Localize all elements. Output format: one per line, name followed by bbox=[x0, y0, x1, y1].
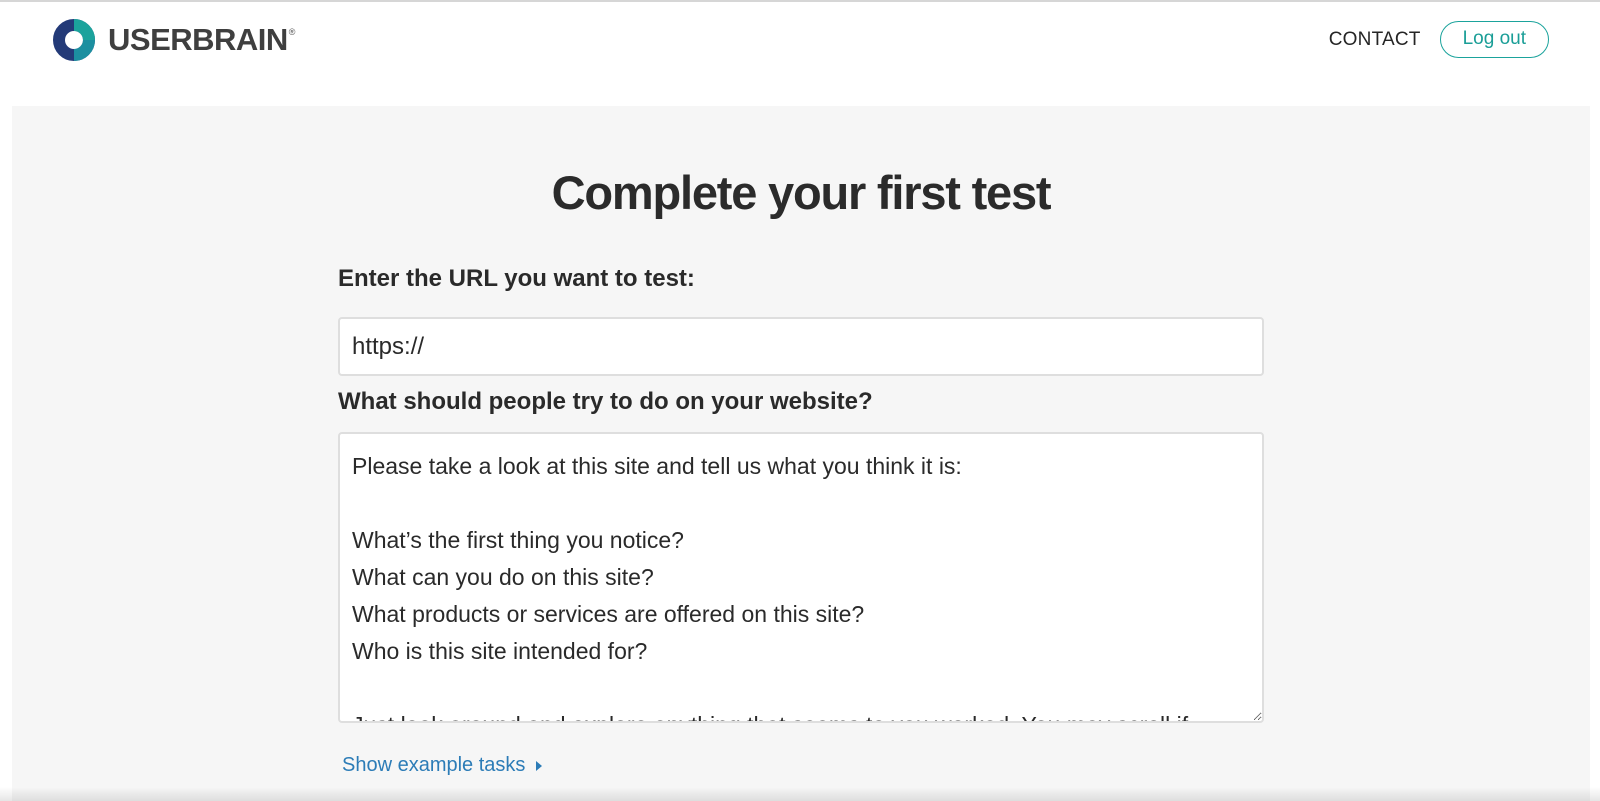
main-content: Complete your first test Enter the URL y… bbox=[12, 106, 1590, 801]
show-example-tasks-label: Show example tasks bbox=[342, 754, 526, 776]
userbrain-logo[interactable]: USERBRAIN® bbox=[52, 18, 295, 62]
page-title: Complete your first test bbox=[551, 166, 1052, 219]
first-test-form: Enter the URL you want to test: What sho… bbox=[338, 264, 1264, 777]
url-input[interactable] bbox=[338, 317, 1264, 376]
page: USERBRAIN® CONTACT Log out Complete your… bbox=[0, 0, 1600, 801]
logo-wordmark: USERBRAIN® bbox=[108, 22, 296, 57]
task-textarea[interactable]: Please take a look at this site and tell… bbox=[338, 432, 1264, 723]
url-label: Enter the URL you want to test: bbox=[338, 265, 695, 292]
site-header: USERBRAIN® CONTACT Log out bbox=[0, 2, 1600, 106]
show-example-tasks-link[interactable]: Show example tasks bbox=[342, 754, 543, 777]
userbrain-ring-logo-icon bbox=[53, 19, 95, 61]
task-label: What should people try to do on your web… bbox=[338, 388, 873, 415]
logout-button[interactable]: Log out bbox=[1439, 21, 1549, 58]
registered-mark: ® bbox=[288, 27, 296, 37]
contact-link[interactable]: CONTACT bbox=[1329, 29, 1421, 51]
caret-right-icon bbox=[536, 760, 543, 771]
top-nav: CONTACT Log out bbox=[1329, 21, 1549, 58]
